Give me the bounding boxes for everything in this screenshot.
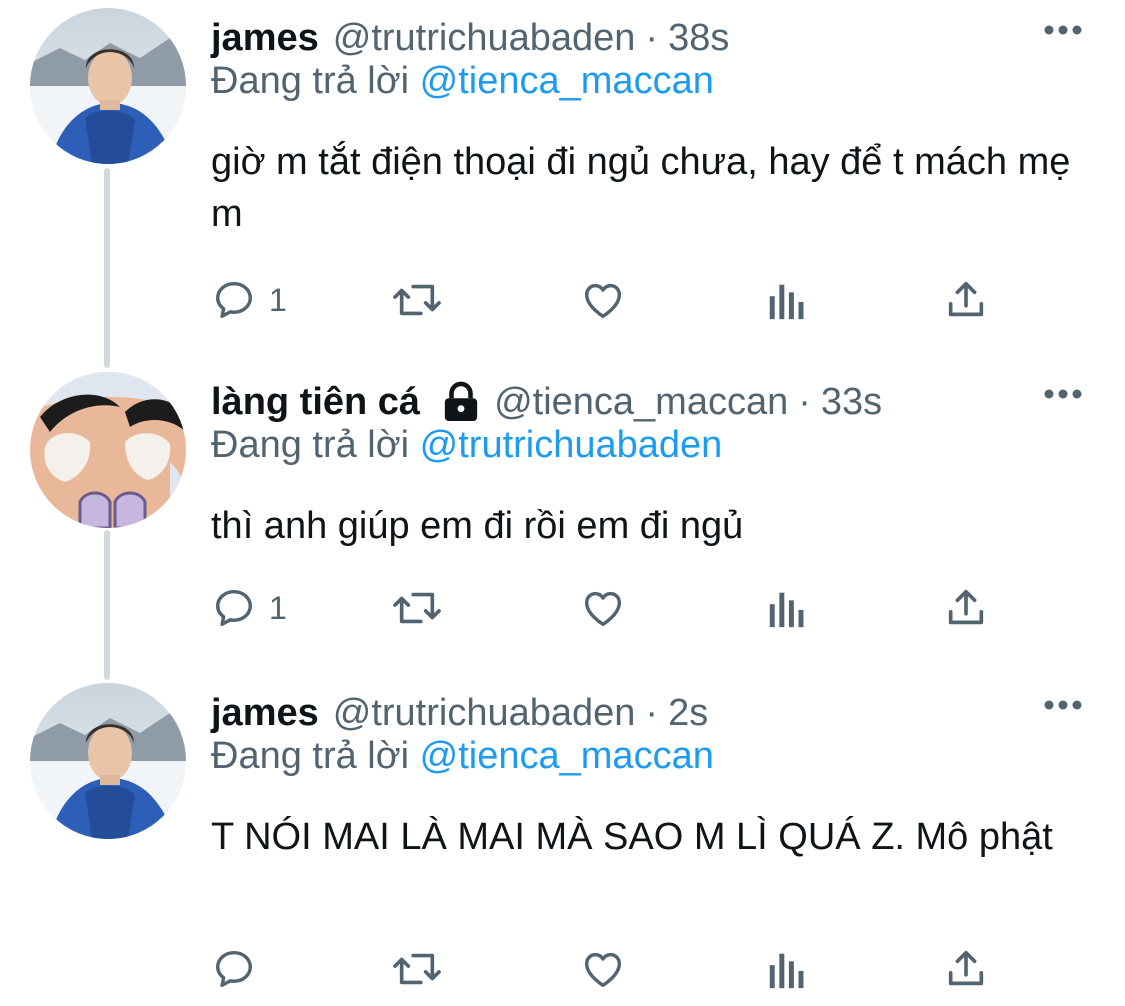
share-button[interactable] (943, 270, 989, 330)
heart-icon (584, 591, 622, 627)
user-handle[interactable]: @trutrichuabaden (333, 17, 636, 60)
speech-bubble-icon (215, 281, 253, 319)
replying-to: Đang trả lời @tienca_maccan (211, 735, 714, 778)
like-button[interactable] (579, 270, 627, 330)
heart-icon (584, 283, 622, 319)
tweet-actions: 1 (211, 578, 1011, 638)
retweet-icon (393, 592, 441, 624)
tweet-actions (211, 939, 1011, 999)
tweet[interactable]: james @trutrichuabaden · 38s Đang trả lờ… (0, 8, 1125, 338)
views-button[interactable] (767, 578, 807, 638)
replying-to-handle[interactable]: @trutrichuabaden (420, 424, 723, 466)
tweet-actions: 1 (211, 270, 1011, 330)
retweet-icon (393, 953, 441, 985)
like-button[interactable] (579, 939, 627, 999)
share-upload-icon (948, 589, 984, 625)
tweet[interactable]: james @trutrichuabaden · 2s Đang trả lời… (0, 683, 1125, 1006)
tweet-header: james @trutrichuabaden · 38s (211, 8, 729, 68)
reply-count: 1 (269, 589, 287, 626)
tweet-text: thì anh giúp em đi rồi em đi ngủ (211, 505, 744, 547)
user-handle[interactable]: @tienca_maccan (494, 381, 788, 424)
separator: · (645, 16, 659, 59)
views-button[interactable] (767, 270, 807, 330)
tweet-text: T NÓI MAI LÀ MAI MÀ SAO M LÌ QUÁ Z. Mô p… (211, 816, 1053, 858)
more-dots-icon[interactable] (1043, 388, 1083, 400)
tweet-text: giờ m tắt điện thoại đi ngủ chưa, hay để… (211, 141, 1071, 235)
speech-bubble-icon (215, 589, 253, 627)
replying-to: Đang trả lời @tienca_maccan (211, 60, 714, 103)
tweet-header: james @trutrichuabaden · 2s (211, 683, 708, 743)
share-button[interactable] (943, 939, 989, 999)
views-button[interactable] (767, 939, 807, 999)
tweet[interactable]: làng tiên cá @tienca_maccan · 33s Đang t… (0, 372, 1125, 672)
lock-icon (444, 381, 478, 421)
analytics-bars-icon (769, 953, 804, 989)
replying-to-label: Đang trả lời (211, 60, 410, 102)
more-dots-icon[interactable] (1043, 24, 1083, 36)
reply-button[interactable]: 1 (211, 270, 287, 330)
tweet-header: làng tiên cá @tienca_maccan · 33s (211, 372, 882, 432)
replying-to: Đang trả lời @trutrichuabaden (211, 424, 722, 467)
display-name[interactable]: james (211, 17, 319, 60)
reply-button[interactable]: 1 (211, 578, 287, 638)
reply-count: 1 (269, 281, 287, 318)
separator: · (645, 691, 659, 734)
avatar[interactable] (30, 372, 186, 528)
reply-button[interactable] (211, 939, 269, 999)
separator: · (798, 380, 811, 423)
timestamp[interactable]: 33s (821, 381, 882, 424)
replying-to-label: Đang trả lời (211, 735, 410, 777)
speech-bubble-icon (215, 950, 253, 988)
avatar[interactable] (30, 683, 186, 839)
like-button[interactable] (579, 578, 627, 638)
display-name[interactable]: làng tiên cá (211, 381, 420, 424)
share-upload-icon (948, 281, 984, 317)
analytics-bars-icon (769, 284, 804, 320)
analytics-bars-icon (769, 592, 804, 628)
user-handle[interactable]: @trutrichuabaden (333, 692, 636, 735)
display-name[interactable]: james (211, 692, 319, 735)
share-upload-icon (948, 950, 984, 986)
replying-to-handle[interactable]: @tienca_maccan (420, 735, 714, 777)
more-dots-icon[interactable] (1043, 699, 1083, 711)
retweet-button[interactable] (389, 939, 445, 999)
avatar[interactable] (30, 8, 186, 164)
share-button[interactable] (943, 578, 989, 638)
heart-icon (584, 952, 622, 988)
retweet-button[interactable] (389, 270, 445, 330)
timestamp[interactable]: 38s (668, 17, 729, 60)
timestamp[interactable]: 2s (668, 692, 708, 735)
retweet-button[interactable] (389, 578, 445, 638)
retweet-icon (393, 284, 441, 316)
replying-to-label: Đang trả lời (211, 424, 410, 466)
replying-to-handle[interactable]: @tienca_maccan (420, 60, 714, 102)
